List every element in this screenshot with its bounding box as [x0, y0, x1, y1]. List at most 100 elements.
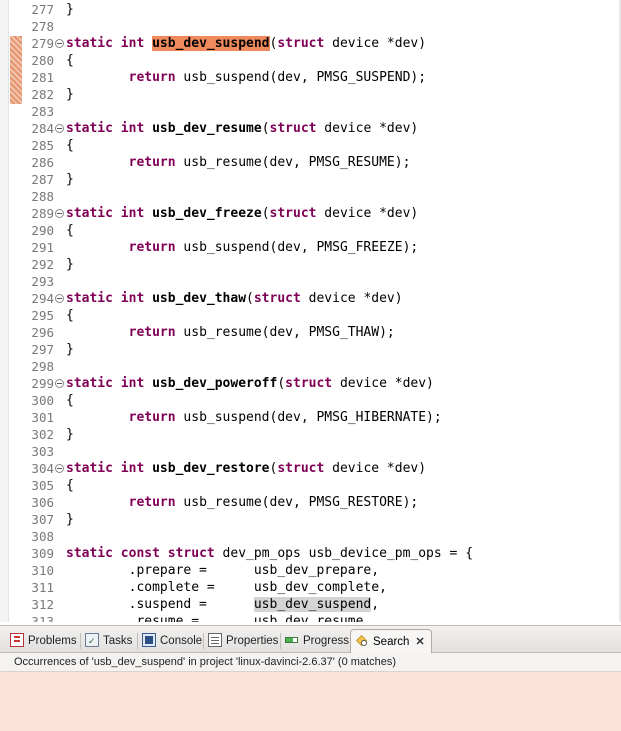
- line-number: 308: [31, 529, 54, 544]
- code-line[interactable]: 297}: [0, 341, 621, 358]
- code-line[interactable]: 289 static int usb_dev_freeze(struct devi…: [0, 205, 621, 222]
- line-number: 307: [31, 512, 54, 527]
- code-line[interactable]: 287}: [0, 171, 621, 188]
- code-line[interactable]: 281 return usb_suspend(dev, PMSG_SUSPEND…: [0, 69, 621, 86]
- code-token: device *dev): [324, 36, 427, 51]
- fold-collapse-icon[interactable]: [55, 39, 64, 48]
- progress-icon: [285, 633, 299, 647]
- code-line[interactable]: 295 {: [0, 307, 621, 324]
- close-icon[interactable]: ✕: [415, 630, 424, 654]
- tab-problems-label: Problems: [28, 635, 77, 647]
- line-number: 283: [31, 104, 54, 119]
- code-line[interactable]: 301 return usb_suspend(dev, PMSG_HIBERNA…: [0, 409, 621, 426]
- search-view-panel: Problems ✓ Tasks Console Properties Prog…: [0, 625, 621, 731]
- code-token: }: [66, 257, 74, 272]
- tasks-icon: ✓: [85, 633, 99, 647]
- line-number: 289: [31, 206, 54, 221]
- code-line[interactable]: 311 .complete = usb_dev_complete,: [0, 579, 621, 596]
- fold-collapse-icon[interactable]: [55, 124, 64, 133]
- code-line[interactable]: 303: [0, 443, 621, 460]
- code-line[interactable]: 300 {: [0, 392, 621, 409]
- search-summary: Occurrences of 'usb_dev_suspend' in proj…: [14, 656, 396, 668]
- code-line[interactable]: 308: [0, 528, 621, 545]
- code-line[interactable]: 293: [0, 273, 621, 290]
- code-line[interactable]: 290 {: [0, 222, 621, 239]
- line-number: 292: [31, 257, 54, 272]
- tab-console-label: Console: [160, 635, 203, 647]
- code-line[interactable]: 284 static int usb_dev_resume(struct devi…: [0, 120, 621, 137]
- code-line[interactable]: 310 .prepare = usb_dev_prepare,: [0, 562, 621, 579]
- code-line[interactable]: 286 return usb_resume(dev, PMSG_RESUME);: [0, 154, 621, 171]
- fold-collapse-icon[interactable]: [55, 294, 64, 303]
- line-number: 312: [31, 597, 54, 612]
- keyword-token: struct: [167, 546, 215, 561]
- code-text: static int usb_dev_suspend(struct device…: [66, 35, 426, 52]
- line-number: 305: [31, 478, 54, 493]
- code-text: {: [66, 222, 74, 239]
- code-line[interactable]: 294 static int usb_dev_thaw(struct device…: [0, 290, 621, 307]
- code-line[interactable]: 305 {: [0, 477, 621, 494]
- keyword-token: return: [128, 325, 176, 340]
- tab-separator: [203, 633, 204, 649]
- code-text: {: [66, 52, 74, 69]
- code-text: }: [66, 171, 74, 188]
- code-line[interactable]: 309 static const struct dev_pm_ops usb_de…: [0, 545, 621, 562]
- code-token: device *dev): [324, 461, 427, 476]
- code-text: static int usb_dev_restore(struct device…: [66, 460, 426, 477]
- keyword-token: return: [128, 155, 176, 170]
- tab-console[interactable]: Console: [142, 630, 202, 652]
- code-text: }: [66, 86, 74, 103]
- code-line[interactable]: 291 return usb_suspend(dev, PMSG_FREEZE)…: [0, 239, 621, 256]
- code-editor[interactable]: 277} 278 279 static int usb_dev_suspend(str…: [0, 0, 621, 622]
- code-line[interactable]: 296 return usb_resume(dev, PMSG_THAW);: [0, 324, 621, 341]
- code-line[interactable]: 282}: [0, 86, 621, 103]
- code-token: }: [66, 2, 74, 17]
- fold-collapse-icon[interactable]: [55, 379, 64, 388]
- code-line[interactable]: 279 static int usb_dev_suspend(struct dev…: [0, 35, 621, 52]
- tab-progress[interactable]: Progress: [285, 630, 349, 652]
- code-line[interactable]: 277}: [0, 1, 621, 18]
- code-line[interactable]: 280 {: [0, 52, 621, 69]
- code-line[interactable]: 313 .resume = usb_dev_resume,: [0, 613, 621, 622]
- tab-tasks[interactable]: ✓ Tasks: [85, 630, 132, 652]
- code-line[interactable]: 292}: [0, 256, 621, 273]
- tab-properties[interactable]: Properties: [208, 630, 278, 652]
- keyword-token: static: [66, 121, 113, 136]
- keyword-token: return: [128, 410, 176, 425]
- code-token: usb_suspend(dev, PMSG_HIBERNATE);: [175, 410, 442, 425]
- code-token: (: [261, 206, 270, 221]
- code-text: return usb_suspend(dev, PMSG_FREEZE);: [66, 239, 419, 256]
- code-line[interactable]: 304 static int usb_dev_restore(struct dev…: [0, 460, 621, 477]
- code-text: return usb_suspend(dev, PMSG_HIBERNATE);: [66, 409, 442, 426]
- code-line[interactable]: 298: [0, 358, 621, 375]
- code-line[interactable]: 302}: [0, 426, 621, 443]
- code-line[interactable]: 283: [0, 103, 621, 120]
- code-line[interactable]: 288: [0, 188, 621, 205]
- code-text: {: [66, 392, 74, 409]
- tab-problems[interactable]: Problems: [10, 630, 77, 652]
- code-line[interactable]: 278: [0, 18, 621, 35]
- code-token: device *dev): [300, 291, 403, 306]
- tab-search[interactable]: Search ✕: [350, 629, 432, 653]
- code-line[interactable]: 312 .suspend = usb_dev_suspend,: [0, 596, 621, 613]
- tab-properties-label: Properties: [226, 635, 279, 647]
- fold-collapse-icon[interactable]: [55, 464, 64, 473]
- line-number: 286: [31, 155, 54, 170]
- code-line[interactable]: 285 {: [0, 137, 621, 154]
- code-line[interactable]: 299 static int usb_dev_poweroff(struct de…: [0, 375, 621, 392]
- code-line[interactable]: 306 return usb_resume(dev, PMSG_RESTORE)…: [0, 494, 621, 511]
- line-number: 295: [31, 308, 54, 323]
- code-line[interactable]: 307}: [0, 511, 621, 528]
- line-number: 278: [31, 19, 54, 34]
- code-token: dev_pm_ops usb_device_pm_ops = {: [214, 546, 474, 561]
- search-results-tree[interactable]: [0, 672, 621, 731]
- fold-collapse-icon[interactable]: [55, 209, 64, 218]
- code-token: .prepare = usb_dev_prepare,: [66, 563, 380, 578]
